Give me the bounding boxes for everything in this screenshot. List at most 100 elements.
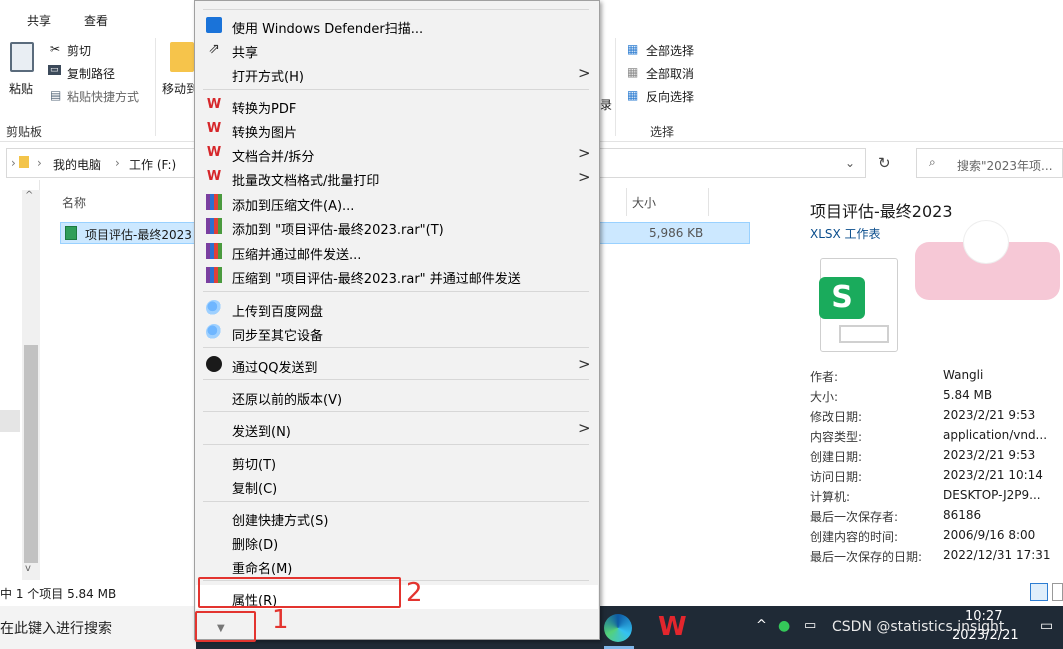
menu-separator <box>203 501 589 502</box>
chevron-right-icon: › <box>115 156 120 170</box>
column-divider <box>708 188 709 216</box>
select-none-button[interactable]: 全部取消 <box>646 65 694 82</box>
breadcrumb-my-computer[interactable]: 我的电脑 <box>53 156 101 173</box>
edge-browser-icon[interactable] <box>604 614 632 642</box>
detail-key: 计算机: <box>810 490 851 504</box>
share-icon: ⇗ <box>208 41 220 57</box>
move-to-button[interactable]: 移动到 <box>162 80 198 97</box>
detail-value[interactable]: Wangli <box>943 368 983 382</box>
menu-separator <box>203 379 589 380</box>
submenu-arrow-icon: > <box>578 419 591 437</box>
move-to-icon <box>170 42 194 72</box>
cut-button[interactable]: 剪切 <box>67 42 91 59</box>
detail-key: 作者: <box>810 370 839 384</box>
wps-icon: W <box>206 169 222 184</box>
tab-share[interactable]: 共享 <box>27 12 51 29</box>
menu-item-open-with[interactable]: 打开方式(H) > <box>196 61 598 85</box>
menu-item-add-to-rar[interactable]: 添加到 "项目评估-最终2023.rar"(T) <box>196 214 598 238</box>
tray-time[interactable]: 10:27 <box>965 609 1002 624</box>
menu-separator <box>203 89 589 90</box>
menu-item-baidu-upload[interactable]: 上传到百度网盘 <box>196 296 598 320</box>
invert-selection-button[interactable]: 反向选择 <box>646 88 694 105</box>
network-tray-icon[interactable]: ▭ <box>804 618 816 633</box>
ribbon-partial-label: 录 <box>600 98 613 112</box>
detail-key: 最后一次保存的日期: <box>810 550 923 564</box>
menu-item-compress-email[interactable]: 压缩并通过邮件发送... <box>196 239 598 263</box>
chevron-right-icon: › <box>37 156 42 170</box>
detail-value: 2023/2/21 9:53 <box>943 448 1036 462</box>
annotation-box-properties <box>198 577 401 608</box>
detail-key: 修改日期: <box>810 410 863 424</box>
menu-item-delete[interactable]: 删除(D) <box>196 529 598 553</box>
detail-key: 大小: <box>810 390 839 404</box>
wps-taskbar-icon[interactable]: W <box>658 612 687 642</box>
wechat-tray-icon[interactable]: ● <box>778 618 790 634</box>
winrar-icon <box>206 243 222 259</box>
status-text: 中 1 个项目 5.84 MB <box>0 587 117 601</box>
menu-item-batch-convert-print[interactable]: W 批量改文档格式/批量打印 > <box>196 165 598 189</box>
wps-icon: W <box>206 121 222 136</box>
ribbon-separator <box>615 38 616 136</box>
paste-button[interactable]: 粘贴 <box>9 80 33 97</box>
menu-item-defender-scan[interactable]: 使用 Windows Defender扫描... <box>196 13 598 37</box>
menu-item-send-to[interactable]: 发送到(N) > <box>196 416 598 440</box>
menu-item-copy[interactable]: 复制(C) <box>196 473 598 497</box>
tab-view[interactable]: 查看 <box>84 12 108 29</box>
nav-scrollbar-thumb[interactable] <box>24 345 38 563</box>
menu-item-compress-rar-email[interactable]: 压缩到 "项目评估-最终2023.rar" 并通过邮件发送 <box>196 263 598 287</box>
menu-separator <box>203 291 589 292</box>
menu-separator <box>203 411 589 412</box>
column-header-name[interactable]: 名称 <box>62 194 86 211</box>
column-header-size[interactable]: 大小 <box>632 194 656 211</box>
large-icons-view-icon[interactable] <box>1052 583 1063 601</box>
winrar-icon <box>206 218 222 234</box>
detail-value: 86186 <box>943 508 982 522</box>
windows-defender-icon <box>206 17 222 33</box>
folder-icon <box>19 156 29 168</box>
wps-icon: W <box>206 145 222 160</box>
clipboard-icon <box>10 42 34 72</box>
annotation-number-2: 2 <box>406 578 423 608</box>
spreadsheet-thumbnail-icon: S <box>819 258 898 352</box>
chevron-down-icon[interactable]: ⌄ <box>845 156 855 170</box>
taskbar-search-box[interactable]: 在此键入进行搜索 <box>0 606 196 649</box>
detail-value: 2023/2/21 9:53 <box>943 408 1036 422</box>
tray-date[interactable]: 2023/2/21 <box>952 628 1019 643</box>
clipboard-group-label: 剪贴板 <box>6 125 43 139</box>
detail-key: 访问日期: <box>810 470 863 484</box>
nav-item-selected[interactable] <box>0 410 20 432</box>
submenu-arrow-icon: > <box>578 64 591 82</box>
menu-item-convert-image[interactable]: W 转换为图片 <box>196 117 598 141</box>
detail-key: 创建内容的时间: <box>810 530 899 544</box>
menu-item-send-via-qq[interactable]: 通过QQ发送到 > <box>196 352 598 376</box>
refresh-icon[interactable]: ↻ <box>878 154 891 172</box>
detail-value: 2022/12/31 17:31 <box>943 548 1051 562</box>
search-box[interactable]: ⌕ 搜索"2023年项... <box>916 148 1063 178</box>
annotation-number-1: 1 <box>272 605 289 635</box>
detail-value: 2006/9/16 8:00 <box>943 528 1036 542</box>
scroll-down-icon[interactable]: v <box>25 563 31 574</box>
menu-item-restore-versions[interactable]: 还原以前的版本(V) <box>196 384 598 408</box>
winrar-icon <box>206 267 222 283</box>
xlsx-file-icon <box>65 226 77 240</box>
select-none-icon: ▦ <box>627 65 639 79</box>
breadcrumb-drive-f[interactable]: 工作 (F:) <box>129 156 176 173</box>
copy-path-button[interactable]: 复制路径 <box>67 65 115 82</box>
select-all-icon: ▦ <box>627 42 639 56</box>
notification-icon[interactable]: ▭ <box>1040 618 1053 634</box>
menu-item-create-shortcut[interactable]: 创建快捷方式(S) <box>196 505 598 529</box>
details-view-icon[interactable] <box>1030 583 1048 601</box>
menu-item-merge-split[interactable]: W 文档合并/拆分 > <box>196 141 598 165</box>
paste-shortcut-button[interactable]: 粘贴快捷方式 <box>67 88 139 105</box>
select-all-button[interactable]: 全部选择 <box>646 42 694 59</box>
menu-item-rename[interactable]: 重命名(M) <box>196 553 598 577</box>
menu-item-share[interactable]: ⇗ 共享 <box>196 37 598 61</box>
menu-item-add-to-archive[interactable]: 添加到压缩文件(A)... <box>196 190 598 214</box>
menu-item-sync-devices[interactable]: 同步至其它设备 <box>196 320 598 344</box>
chevron-right-icon: › <box>11 156 16 170</box>
tray-expand-icon[interactable]: ^ <box>756 618 767 633</box>
column-divider <box>626 188 627 216</box>
menu-item-convert-pdf[interactable]: W 转换为PDF <box>196 93 598 117</box>
scroll-up-icon[interactable]: ^ <box>25 190 33 201</box>
menu-item-cut[interactable]: 剪切(T) <box>196 449 598 473</box>
